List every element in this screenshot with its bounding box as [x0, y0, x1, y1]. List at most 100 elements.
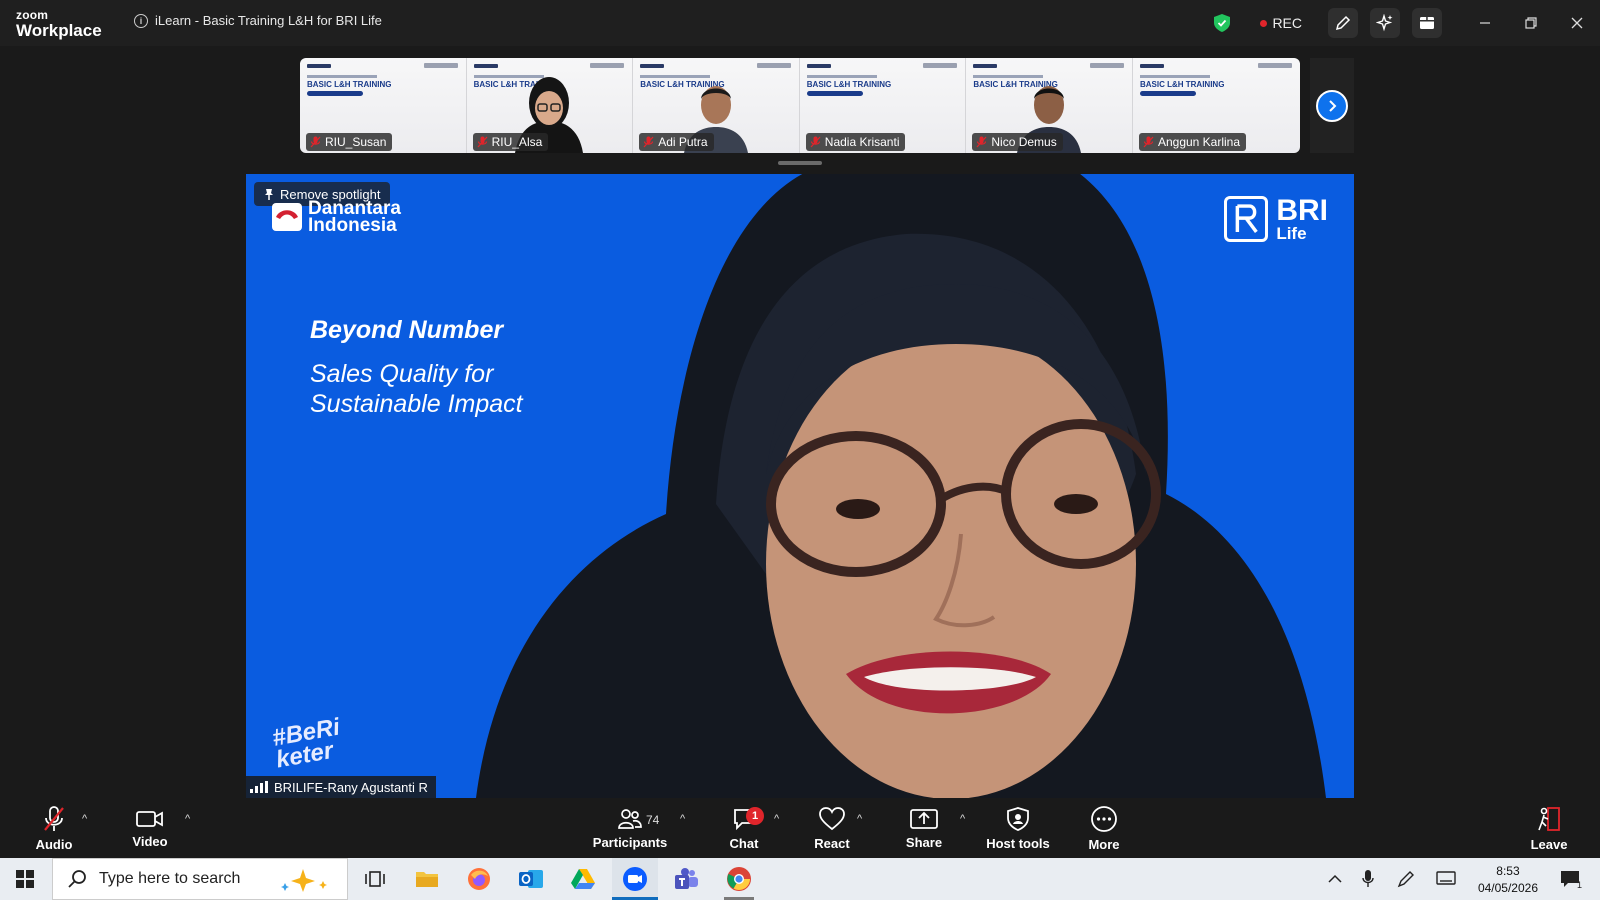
video-button[interactable]: Video — [126, 800, 174, 858]
firefox-button[interactable] — [456, 858, 502, 900]
outlook-icon — [519, 870, 543, 888]
gallery-resize-handle[interactable] — [778, 161, 822, 165]
pin-icon — [265, 188, 273, 200]
zoom-taskbar-button[interactable] — [612, 858, 658, 900]
brand-small: zoom — [16, 8, 49, 22]
slide-logo — [423, 63, 458, 68]
participant-tile[interactable]: BASIC L&H TRAINING Nadia Krisanti — [799, 58, 967, 153]
teams-button[interactable] — [664, 858, 710, 900]
search-placeholder: Type here to search — [99, 870, 241, 887]
teams-icon — [675, 868, 698, 889]
recording-indicator[interactable]: REC — [1260, 15, 1302, 31]
slide-slogan: Beyond Number Sales Quality for Sustaina… — [310, 316, 523, 419]
bri-life-logo: BRI Life — [1224, 193, 1328, 242]
danantara-mark-icon — [272, 203, 302, 231]
touch-keyboard-button[interactable] — [1432, 858, 1460, 900]
participant-name: RIU_Susan — [325, 135, 387, 149]
taskbar-search-box[interactable]: Type here to search — [52, 858, 348, 900]
participants-icon — [618, 809, 642, 829]
gallery-next-page[interactable] — [1310, 58, 1354, 153]
participant-name: Nadia Krisanti — [824, 135, 900, 149]
participants-button[interactable]: Participants — [590, 800, 670, 858]
ai-companion-button[interactable] — [1370, 8, 1400, 38]
chrome-button[interactable] — [716, 858, 762, 900]
slide-title: BASIC L&H TRAINING — [806, 80, 892, 89]
audio-label: Audio — [35, 837, 73, 852]
share-button[interactable]: Share — [900, 800, 948, 858]
chat-options-chevron-icon[interactable]: ^ — [774, 813, 779, 825]
outlook-button[interactable] — [508, 858, 554, 900]
danantara-logo: Danantara Indonesia — [272, 199, 401, 235]
participant-tile[interactable]: BASIC L&H TRAINING Adi Putra — [633, 58, 800, 153]
meeting-title[interactable]: i iLearn - Basic Training L&H for BRI Li… — [134, 13, 382, 28]
chevron-up-icon — [1328, 874, 1342, 883]
notification-center-button[interactable]: 1 — [1550, 858, 1590, 900]
slide-logo — [1089, 63, 1124, 68]
firefox-icon — [468, 868, 490, 890]
record-dot-icon — [1260, 19, 1268, 27]
host-tools-button[interactable]: Host tools — [982, 800, 1054, 858]
leave-label: Leave — [1530, 837, 1568, 852]
close-icon — [1571, 17, 1583, 29]
spotlight-video[interactable]: Remove spotlight Danantara Indonesia BRI… — [246, 174, 1354, 798]
react-button[interactable]: React — [808, 800, 856, 858]
mic-muted-icon — [310, 136, 321, 148]
annotate-button[interactable] — [1328, 8, 1358, 38]
participant-tile[interactable]: BASIC L&H TRAINING Anggun Karlina — [1132, 58, 1300, 153]
clock-time: 8:53 — [1496, 864, 1520, 878]
participant-name-tag: Nico Demus — [972, 133, 1063, 151]
participant-gallery: BASIC L&H TRAINING RIU_Susan BASIC L&H T… — [300, 58, 1300, 153]
microphone-tray-button[interactable] — [1354, 858, 1382, 900]
bri-line1: BRI — [1276, 193, 1328, 227]
chat-label: Chat — [729, 836, 759, 851]
participant-name-tag: Adi Putra — [639, 133, 714, 151]
participant-tile[interactable]: BASIC L&H TRAINING Nico Demus — [966, 58, 1133, 153]
show-hidden-icons-button[interactable] — [1322, 858, 1348, 900]
task-view-button[interactable] — [352, 858, 398, 900]
participants-label: Participants — [592, 835, 668, 850]
chevron-right-icon[interactable] — [1316, 89, 1348, 122]
slide-text-line — [806, 75, 877, 78]
minimize-button[interactable] — [1462, 0, 1508, 46]
slide-logo — [640, 64, 665, 68]
participant-tile[interactable]: BASIC L&H TRAINING RIU_Susan — [300, 58, 467, 153]
folder-icon — [416, 872, 438, 887]
title-bar: zoom Workplace i iLearn - Basic Training… — [0, 0, 1600, 46]
participants-options-chevron-icon[interactable]: ^ — [680, 813, 685, 825]
participant-name: Anggun Karlina — [1157, 135, 1241, 149]
video-label: Video — [132, 834, 168, 849]
windows-start-icon — [16, 870, 34, 888]
participant-name-tag: Nadia Krisanti — [805, 133, 906, 151]
slide-logo — [1257, 63, 1292, 68]
close-button[interactable] — [1554, 0, 1600, 46]
rec-label: REC — [1272, 15, 1302, 31]
pen-icon — [1397, 871, 1414, 888]
video-camera-icon — [136, 811, 163, 827]
slide-pill — [307, 91, 363, 96]
share-options-chevron-icon[interactable]: ^ — [960, 813, 965, 825]
slide-pill — [806, 91, 863, 96]
leave-button[interactable]: Leave — [1525, 800, 1573, 858]
participant-tile[interactable]: BASIC L&H TRAINING RIU_Alsa — [466, 58, 634, 153]
restore-button[interactable] — [1508, 0, 1554, 46]
file-explorer-button[interactable] — [404, 858, 450, 900]
clock-date: 04/05/2026 — [1477, 881, 1538, 895]
slide-pill — [1139, 91, 1196, 96]
more-button[interactable]: More — [1080, 800, 1128, 858]
zoom-app-icon — [623, 867, 647, 891]
view-button[interactable] — [1412, 8, 1442, 38]
react-options-chevron-icon[interactable]: ^ — [857, 813, 862, 825]
pen-tray-button[interactable] — [1392, 858, 1420, 900]
video-options-chevron-icon[interactable]: ^ — [185, 813, 190, 825]
audio-options-chevron-icon[interactable]: ^ — [82, 813, 87, 825]
audio-button[interactable]: Audio — [30, 800, 78, 858]
info-icon[interactable]: i — [134, 13, 148, 28]
chrome-icon — [727, 867, 751, 891]
microphone-icon — [1362, 870, 1374, 887]
restore-icon — [1525, 17, 1537, 29]
encryption-shield-icon[interactable] — [1214, 14, 1231, 32]
start-button[interactable] — [0, 858, 50, 900]
google-drive-button[interactable] — [560, 858, 606, 900]
system-clock[interactable]: 8:53 04/05/2026 — [1478, 863, 1538, 897]
slogan-headline: Beyond Number — [310, 316, 504, 344]
